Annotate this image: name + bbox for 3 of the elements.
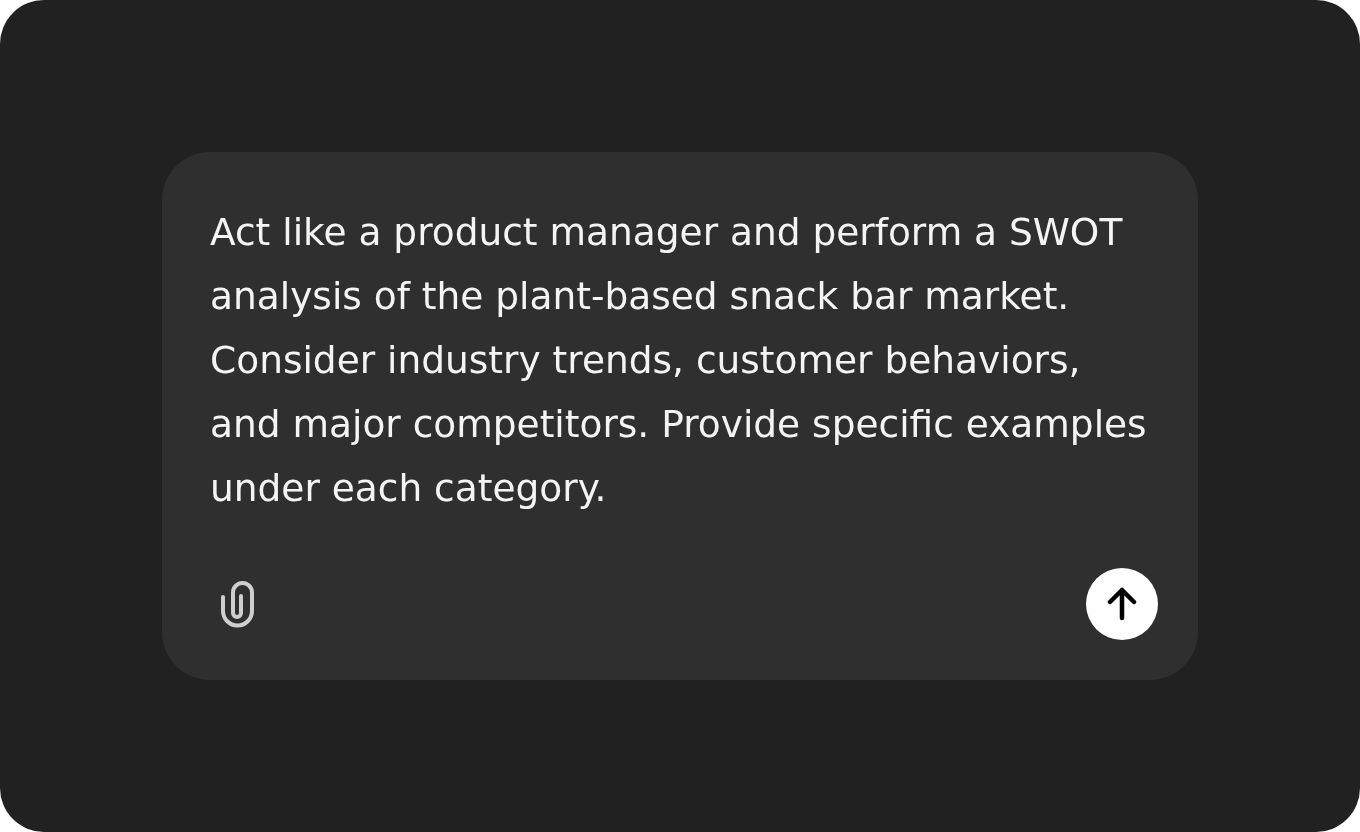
paperclip-icon xyxy=(221,580,254,628)
arrow-up-icon xyxy=(1107,587,1137,621)
attach-button[interactable] xyxy=(221,580,254,628)
